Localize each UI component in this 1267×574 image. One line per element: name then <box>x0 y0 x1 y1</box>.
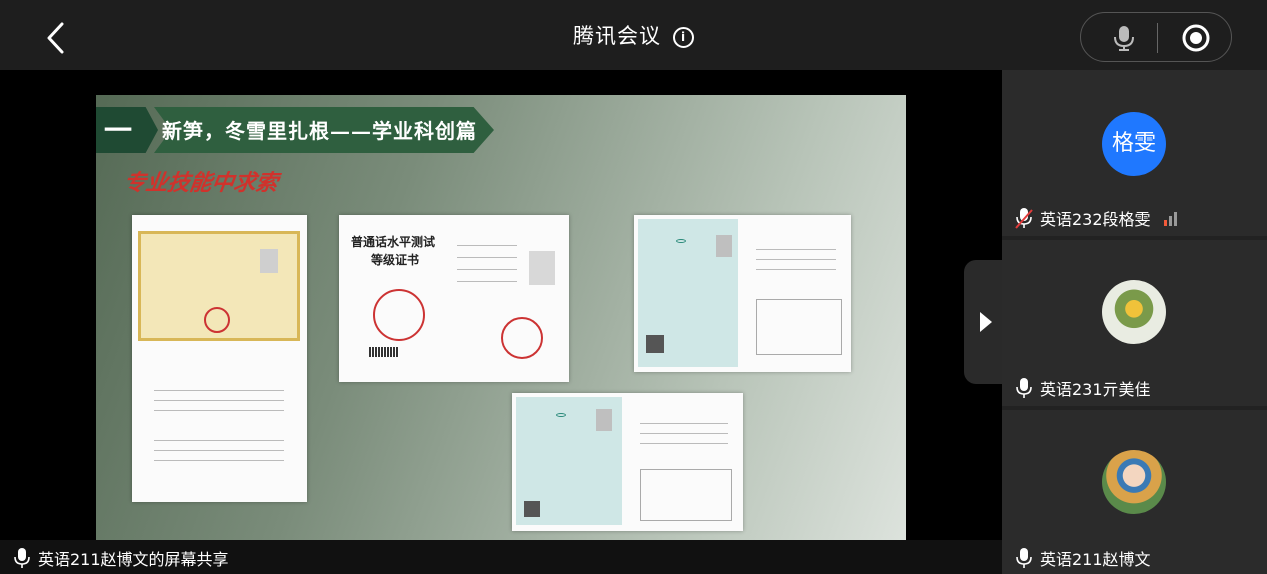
microphone-icon <box>1016 548 1032 568</box>
text-line <box>154 460 284 461</box>
section-number: 一 <box>104 114 133 147</box>
screen-share-owner: 英语211赵博文的屏幕共享 <box>38 550 229 569</box>
text-line <box>154 450 284 451</box>
photo <box>260 249 278 273</box>
photo <box>529 251 555 285</box>
cet6-certificate <box>512 393 743 531</box>
text-line <box>457 257 517 258</box>
participant-name-row: 英语231亓美佳 <box>1014 376 1151 400</box>
app-title: 腾讯会议 <box>573 24 661 48</box>
participant-tile-2[interactable]: 英语231亓美佳 <box>1002 240 1267 406</box>
banner-title: 新笋，冬雪里扎根——学业科创篇 <box>162 119 477 143</box>
putonghua-title-2: 等级证书 <box>371 253 420 267</box>
avatar <box>1102 280 1166 344</box>
photo <box>716 235 732 257</box>
presentation-slide: 一 新笋，冬雪里扎根——学业科创篇 专业技能中求索 普通话水平测试 等级证书 <box>96 95 906 550</box>
text-line <box>756 269 836 270</box>
putonghua-certificate: 普通话水平测试 等级证书 <box>339 215 569 382</box>
participant-name-row: 英语232段格雯 <box>1014 206 1179 230</box>
record-icon[interactable] <box>1181 23 1211 53</box>
info-table <box>640 469 732 521</box>
text-line <box>640 423 728 424</box>
barcode <box>369 347 399 357</box>
text-line <box>640 443 728 444</box>
cet-logo <box>676 239 686 243</box>
info-table <box>756 299 842 355</box>
text-line <box>154 400 284 401</box>
collapse-sidebar-button[interactable] <box>964 260 1002 384</box>
participant-name: 英语231亓美佳 <box>1040 380 1151 399</box>
red-seal <box>204 307 230 333</box>
avatar <box>1102 450 1166 514</box>
microphone-icon <box>1016 378 1032 398</box>
meeting-controls <box>1080 12 1232 62</box>
text-line <box>457 245 517 246</box>
participant-name: 英语232段格雯 <box>1040 210 1151 229</box>
text-line <box>756 259 836 260</box>
avatar: 格雯 <box>1102 112 1166 176</box>
signal-bars-icon <box>1163 212 1177 226</box>
microphone-icon[interactable] <box>1111 24 1137 52</box>
red-seal <box>373 289 425 341</box>
microphone-muted-icon <box>1015 208 1033 229</box>
participant-sidebar: 格雯 英语232段格雯 英语231亓美佳 英语211赵博文 <box>1002 70 1267 574</box>
photo <box>596 409 612 431</box>
participant-name-row: 英语211赵博文 <box>1014 546 1151 570</box>
meeting-title[interactable]: 腾讯会议 i <box>0 20 1267 50</box>
computer-certificate <box>132 215 307 502</box>
participant-tile-1[interactable]: 格雯 英语232段格雯 <box>1002 70 1267 236</box>
qr-code <box>524 501 540 517</box>
microphone-icon <box>14 548 30 568</box>
info-icon[interactable]: i <box>673 27 694 48</box>
putonghua-title-1: 普通话水平测试 <box>351 235 436 249</box>
text-line <box>154 440 284 441</box>
text-line <box>640 433 728 434</box>
control-divider <box>1157 23 1158 53</box>
red-seal <box>501 317 543 359</box>
text-line <box>756 249 836 250</box>
participant-name: 英语211赵博文 <box>1040 550 1151 569</box>
screen-share-label: 英语211赵博文的屏幕共享 <box>12 546 229 570</box>
triangle-right-icon <box>980 312 992 332</box>
cet4-certificate <box>634 215 851 372</box>
text-line <box>154 410 284 411</box>
qr-code <box>646 335 664 353</box>
text-line <box>154 390 284 391</box>
participant-tile-3[interactable]: 英语211赵博文 <box>1002 410 1267 574</box>
screen-share-area: 一 新笋，冬雪里扎根——学业科创篇 专业技能中求索 普通话水平测试 等级证书 <box>0 70 1002 574</box>
top-bar: 腾讯会议 i <box>0 0 1267 70</box>
cet-logo <box>556 413 566 417</box>
slide-slogan: 专业技能中求索 <box>121 170 280 196</box>
text-line <box>457 281 517 282</box>
screen-share-label-bar: 英语211赵博文的屏幕共享 <box>0 540 1002 574</box>
text-line <box>457 269 517 270</box>
